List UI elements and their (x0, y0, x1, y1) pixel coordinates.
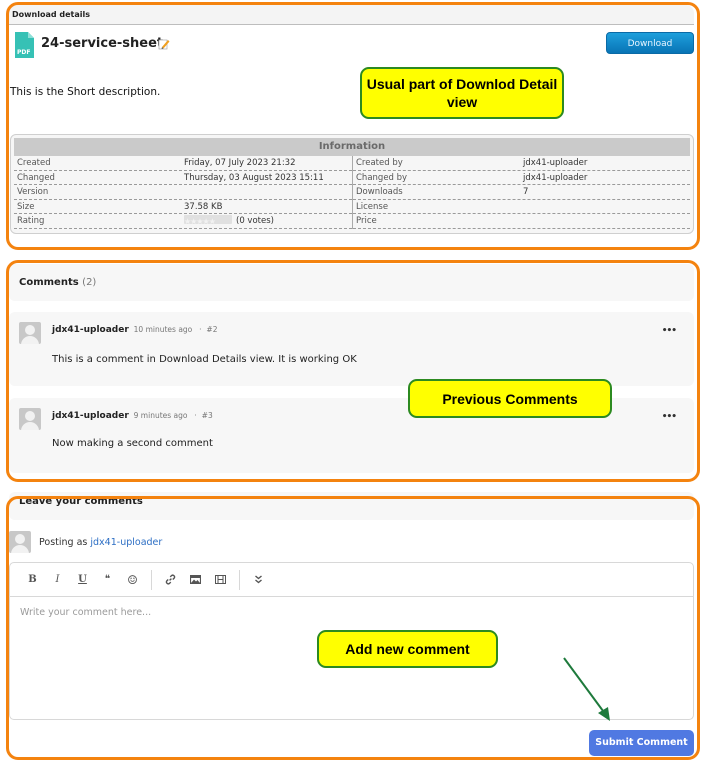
annotation-frame-comments (6, 260, 700, 482)
callout-add-comment: Add new comment (317, 630, 498, 668)
callout-previous-comments: Previous Comments (408, 379, 612, 418)
callout-details: Usual part of Downlod Detail view (360, 67, 564, 119)
annotation-frame-details (6, 2, 700, 250)
annotation-arrow-icon (563, 657, 610, 721)
